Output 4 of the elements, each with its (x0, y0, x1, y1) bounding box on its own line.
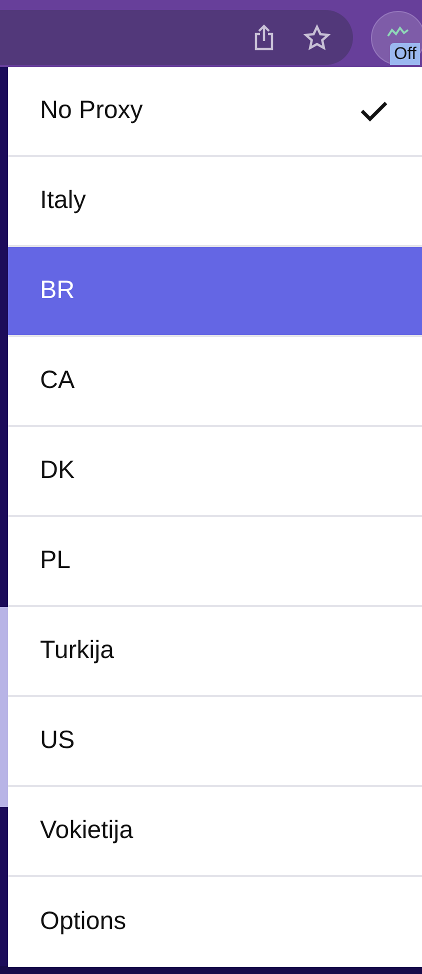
share-icon[interactable] (253, 24, 275, 52)
status-badge: Off (390, 43, 420, 65)
star-icon[interactable] (303, 24, 331, 52)
menu-item[interactable]: BR (8, 247, 422, 337)
